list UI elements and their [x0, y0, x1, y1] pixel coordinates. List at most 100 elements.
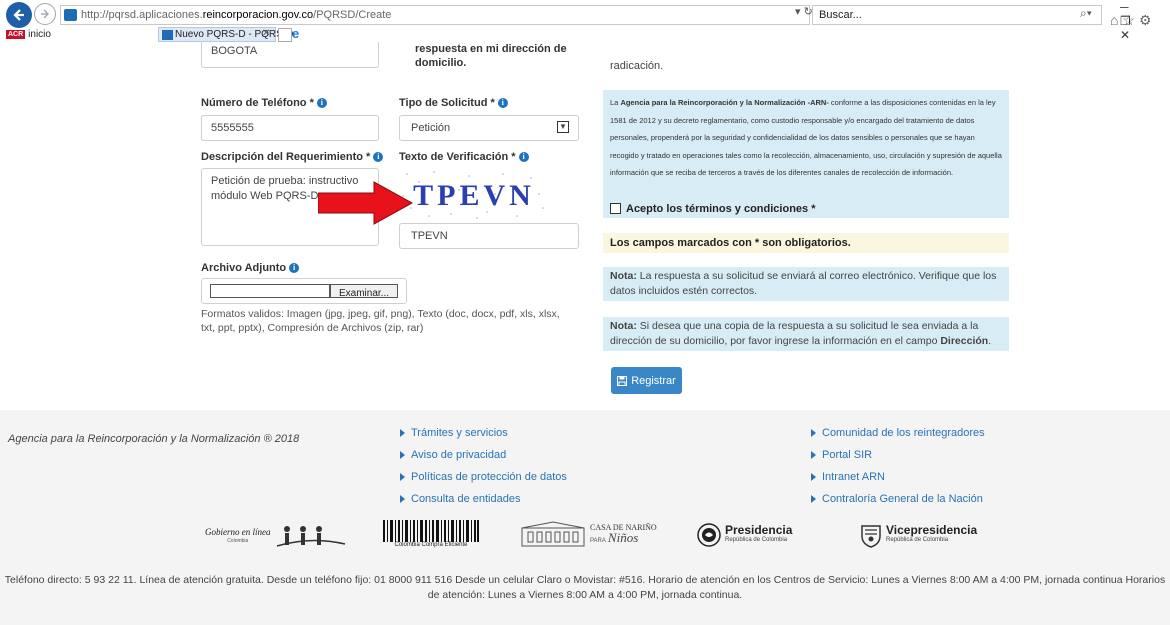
description-label-text: Descripción del Requerimiento * [201, 151, 371, 163]
search-icon[interactable]: ⌕▾ [1080, 6, 1092, 21]
footer-link[interactable]: Políticas de protección de datos [400, 471, 567, 483]
gobierno-logo-text: Gobierno en línea [205, 527, 271, 537]
new-tab-button[interactable] [278, 28, 292, 42]
footer-link[interactable]: Aviso de privacidad [400, 449, 506, 461]
presidencia-logo[interactable]: Presidencia República de Colombia [697, 523, 792, 547]
narino-logo-para: PARA [590, 537, 606, 544]
favorites-label: inicio [28, 29, 51, 40]
footer-link-text: Contraloría General de la Nación [822, 493, 983, 505]
forward-button[interactable] [34, 3, 56, 25]
footer-link[interactable]: Trámites y servicios [400, 427, 508, 439]
gobierno-logo-sub: Colombia [227, 538, 249, 544]
caret-right-icon [400, 429, 405, 437]
address-note: Nota: Si desea que una copia de la respu… [603, 317, 1009, 351]
captcha-image: TPEVN [399, 168, 549, 220]
info-icon[interactable]: i [497, 98, 508, 108]
note2-text: Si desea que una copia de la respuesta a… [610, 320, 979, 347]
terms-checkbox-label[interactable]: Acepto los términos y condiciones * [626, 203, 816, 215]
note2-end: . [988, 335, 992, 347]
footer-link[interactable]: Portal SIR [811, 449, 872, 461]
tab-favicon-icon [162, 30, 173, 40]
url-path: /PQRSD/Create [313, 9, 392, 21]
footer-link[interactable]: Comunidad de los reintegradores [811, 427, 985, 439]
narino-logo-ninos: Niños [607, 529, 639, 545]
browser-tab-active[interactable]: Nuevo PQRS-D - PQRS-D [158, 27, 293, 42]
chevron-down-icon: ▼ [557, 121, 569, 133]
info-icon[interactable]: i [289, 263, 300, 273]
presidencia-title: Presidencia [725, 523, 793, 537]
note1-text: La respuesta a su solicitud se enviará a… [610, 270, 997, 297]
footer-link[interactable]: Consulta de entidades [400, 493, 520, 505]
file-path-input[interactable] [210, 284, 330, 298]
colombia-compra-logo[interactable]: Colombia Compra Eficiente [383, 520, 479, 548]
address-bar[interactable]: http://pqrsd.aplicaciones.reincorporacio… [60, 5, 810, 25]
footer-link-text: Portal SIR [822, 449, 873, 461]
attachment-label: Archivo Adjunto i [201, 262, 300, 274]
back-button[interactable] [6, 2, 32, 28]
info-icon[interactable]: i [518, 152, 529, 162]
back-arrow-icon [13, 9, 24, 21]
email-note: Nota: La respuesta a su solicitud se env… [603, 267, 1009, 301]
phone-label: Número de Teléfono * i [201, 97, 327, 109]
building-icon [521, 521, 585, 547]
verification-label: Texto de Verificación * i [399, 151, 529, 163]
coat-of-arms-icon [697, 523, 721, 547]
footer-link[interactable]: Contraloría General de la Nación [811, 493, 983, 505]
favorites-badge: ACR [6, 30, 26, 39]
footer-link[interactable]: Intranet ARN [811, 471, 885, 483]
footer-link-text: Trámites y servicios [411, 427, 508, 439]
phone-field[interactable]: 5555555 [201, 115, 379, 141]
footer-link-text: Intranet ARN [822, 471, 885, 483]
captcha-text: TPEVN [413, 179, 535, 212]
refresh-dropdown-icon[interactable]: ▾ ↻ [795, 5, 813, 18]
forward-arrow-icon [41, 9, 50, 19]
footer-link-text: Consulta de entidades [411, 493, 521, 505]
vice-sub: República de Colombia [886, 537, 949, 543]
terms-intro: La [610, 98, 621, 107]
site-favicon-icon [64, 9, 77, 21]
terms-body: conforme a las disposiciones contenidas … [610, 98, 1002, 177]
coat-of-arms-icon [861, 525, 881, 548]
caret-right-icon [400, 451, 405, 459]
home-star-gear-icon[interactable]: ⌂☆⚙ [1110, 12, 1156, 29]
footer-link-text: Políticas de protección de datos [411, 471, 567, 483]
casa-narino-logo[interactable]: CASA DE NARIÑO PARA Niños [520, 520, 657, 548]
browser-search-input[interactable]: Buscar... [812, 5, 1102, 25]
verification-field[interactable]: TPEVN [399, 223, 579, 249]
info-icon[interactable]: i [316, 98, 327, 108]
formats-help-text: Formatos validos: Imagen (jpg, jpeg, gif… [201, 308, 560, 334]
request-type-label: Tipo de Solicitud * i [399, 97, 508, 109]
register-label: Registrar [631, 374, 676, 387]
info-icon[interactable]: i [373, 152, 384, 162]
footer-link-text: Aviso de privacidad [411, 449, 507, 461]
caret-right-icon [811, 495, 816, 503]
attachment-label-text: Archivo Adjunto [201, 262, 287, 274]
caret-right-icon [811, 473, 816, 481]
caret-right-icon [400, 495, 405, 503]
vicepresidencia-logo[interactable]: Vicepresidencia República de Colombia [860, 522, 977, 548]
note-label: Nota: [610, 270, 637, 282]
city-field[interactable]: BOGOTA [201, 42, 379, 68]
gobierno-en-linea-logo[interactable]: Gobierno en línea Colombia [205, 524, 347, 550]
ie-logo-icon[interactable]: e [292, 26, 299, 41]
url-prefix: http://pqrsd.aplicaciones. [81, 9, 203, 21]
url-domain: reincorporacion.gov.co [202, 9, 314, 21]
register-button[interactable]: Registrar [611, 367, 682, 394]
compra-logo-text: Colombia Compra Eficiente [394, 542, 468, 548]
address-response-label: respuesta en mi dirección de domicilio. [415, 43, 567, 69]
favorites-item-inicio[interactable]: ACR inicio [6, 29, 51, 40]
browse-button[interactable]: Examinar... [330, 284, 398, 298]
red-arrow-icon [318, 181, 414, 225]
note-label: Nota: [610, 320, 637, 332]
narino-logo-bottom: PARA Niños [590, 529, 657, 546]
terms-checkbox[interactable] [610, 203, 621, 214]
footer-link-text: Comunidad de los reintegradores [822, 427, 985, 439]
barcode-icon [383, 520, 479, 542]
note2-field: Dirección [940, 335, 989, 347]
caret-right-icon [400, 473, 405, 481]
verification-label-text: Texto de Verificación * [399, 151, 516, 163]
people-figures-icon [276, 526, 345, 547]
tab-close-icon[interactable]: ✕ [262, 28, 270, 39]
request-type-select[interactable]: Petición ▼ [399, 115, 579, 141]
description-label: Descripción del Requerimiento * i [201, 151, 384, 163]
